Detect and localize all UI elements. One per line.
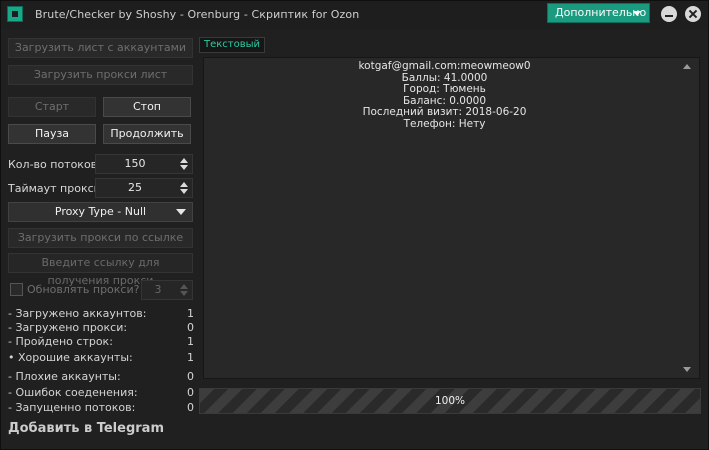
- proxy-url-input[interactable]: Введите ссылку для получения прокси: [8, 253, 193, 287]
- proxy-type-select[interactable]: Proxy Type - Null: [8, 202, 193, 222]
- stat-loaded-proxies: - Загружено прокси: 0: [8, 321, 194, 335]
- stat-value: 1: [187, 307, 194, 320]
- close-icon[interactable]: [685, 6, 701, 22]
- threads-label: Кол-во потоков :: [8, 158, 105, 171]
- load-proxy-url-button[interactable]: Загрузить прокси по ссылке: [8, 228, 193, 248]
- proxy-type-value: Proxy Type - Null: [54, 205, 147, 218]
- app-logo-icon: [7, 6, 23, 22]
- output-text: kotgaf@gmail.com:meowmeow0 Баллы: 41.000…: [204, 60, 685, 131]
- output-line: Телефон: Нету: [403, 117, 486, 130]
- output-textarea[interactable]: kotgaf@gmail.com:meowmeow0 Баллы: 41.000…: [203, 57, 700, 379]
- more-dropdown-button[interactable]: Дополнительно: [547, 3, 650, 23]
- stat-value: 0: [187, 370, 194, 383]
- timeout-label: Таймаут прокси :: [8, 182, 109, 195]
- stat-connection-errors: - Ошибок соеденения: 0: [8, 386, 194, 400]
- add-telegram-link[interactable]: Добавить в Telegram: [8, 421, 164, 436]
- stat-key: - Пройдено строк:: [8, 335, 113, 348]
- resume-button[interactable]: Продолжить: [103, 124, 191, 144]
- timeout-stepper[interactable]: 25: [95, 178, 193, 198]
- output-line: kotgaf@gmail.com:meowmeow0: [358, 60, 531, 72]
- minimize-icon[interactable]: [661, 6, 677, 22]
- arrow-down-icon[interactable]: [180, 189, 188, 194]
- stat-bad-accounts: - Плохие аккаунты: 0: [8, 370, 194, 384]
- stat-good-accounts: • Хорошие аккаунты: 1: [8, 351, 194, 365]
- stat-value: 0: [187, 401, 194, 414]
- stat-key: - Загружено прокси:: [8, 321, 128, 334]
- stat-value: 1: [187, 335, 194, 348]
- stop-button[interactable]: Стоп: [103, 97, 191, 117]
- stat-lines-passed: - Пройдено строк: 1: [8, 335, 194, 349]
- stat-key: - Плохие аккаунты:: [8, 370, 121, 383]
- stat-value: 1: [187, 351, 194, 364]
- stat-running-threads: - Запущенно потоков: 0: [8, 401, 194, 415]
- progress-bar: 100%: [199, 388, 701, 414]
- arrow-up-icon[interactable]: [180, 182, 188, 187]
- caret-down-icon: [633, 11, 641, 16]
- scroll-down-icon[interactable]: [683, 367, 691, 372]
- threads-stepper[interactable]: 150: [95, 154, 193, 174]
- arrow-up-icon[interactable]: [180, 158, 188, 163]
- timeout-value: 25: [128, 181, 142, 194]
- app-window: Brute/Checker by Shoshy - Orenburg - Скр…: [0, 0, 709, 450]
- load-accounts-button[interactable]: Загрузить лист с аккаунтами: [8, 38, 193, 58]
- tab-text[interactable]: Текстовый: [199, 37, 266, 53]
- threads-value: 150: [124, 157, 146, 170]
- stat-key: - Ошибок соеденения:: [8, 386, 138, 399]
- title-bar[interactable]: Brute/Checker by Shoshy - Orenburg - Скр…: [1, 1, 708, 29]
- refresh-proxy-stepper[interactable]: 3: [141, 280, 193, 300]
- caret-down-icon: [176, 209, 186, 215]
- stat-value: 0: [187, 386, 194, 399]
- pause-button[interactable]: Пауза: [8, 124, 96, 144]
- stat-key: - Запущенно потоков:: [8, 401, 136, 414]
- refresh-proxy-label: Обновлять прокси?: [27, 283, 140, 296]
- refresh-proxy-checkbox[interactable]: [10, 283, 23, 296]
- progress-text: 100%: [434, 395, 466, 407]
- scroll-up-icon[interactable]: [683, 64, 691, 69]
- stat-loaded-accounts: - Загружено аккаунтов: 1: [8, 307, 194, 321]
- arrow-down-icon[interactable]: [180, 165, 188, 170]
- arrow-up-icon[interactable]: [180, 284, 188, 289]
- start-button[interactable]: Старт: [8, 97, 96, 117]
- refresh-proxy-value: 3: [154, 283, 162, 296]
- load-proxies-button[interactable]: Загрузить прокси лист: [8, 65, 193, 85]
- arrow-down-icon[interactable]: [180, 291, 188, 296]
- window-title: Brute/Checker by Shoshy - Orenburg - Скр…: [35, 8, 360, 21]
- stat-key: • Хорошие аккаунты:: [8, 351, 133, 364]
- stat-value: 0: [187, 321, 194, 334]
- stat-key: - Загружено аккаунтов:: [8, 307, 147, 320]
